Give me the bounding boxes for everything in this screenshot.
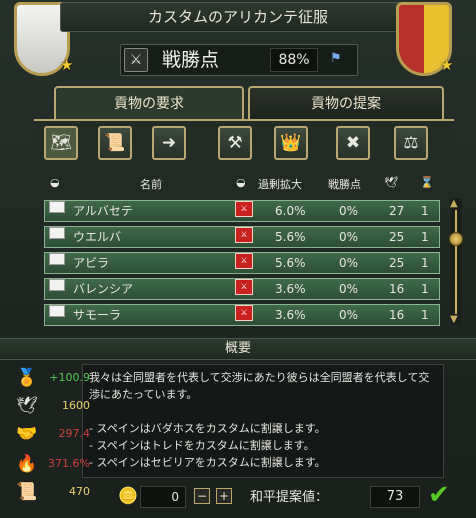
row-name: バレンシア [73, 282, 134, 296]
stat-value: 470 [69, 485, 90, 498]
send-offer-check-icon[interactable]: ✔ [428, 480, 450, 510]
scroll-up-icon[interactable]: ▲ [450, 198, 458, 209]
row-dev: 27 [389, 204, 405, 218]
column-overextension[interactable]: 過剰拡大 [258, 176, 302, 192]
trust-icon: 🤝 [16, 424, 38, 444]
document-icon [49, 227, 65, 239]
gold-coins-icon: 🪙 [118, 486, 138, 505]
row-dev: 16 [389, 308, 405, 322]
scroll-down-icon[interactable]: ▼ [450, 314, 458, 325]
stat-aggressive-expansion: 🔥 371.6% [10, 452, 90, 478]
table-row[interactable]: ウエルバ ⚔ 5.6% 0% 25 1 [44, 226, 440, 248]
province-icon: ⚔ [235, 279, 253, 295]
row-overextension: 3.6% [275, 308, 306, 322]
scroll-icon: 📜 [16, 482, 38, 502]
humiliate-icon[interactable]: ⚒ [218, 126, 252, 160]
star-icon: ★ [440, 56, 454, 74]
warscore-label: 戦勝点 [162, 49, 220, 71]
stat-value: 1600 [62, 399, 90, 412]
shield-column-icon[interactable]: ◒ [50, 176, 60, 189]
stat-peace: 🕊 1600 [10, 394, 90, 420]
peace-acceptance-label: 和平提案値： [250, 490, 329, 505]
province-icon: ⚔ [235, 201, 253, 217]
crossed-swords-icon: ⚔ [124, 48, 148, 72]
document-icon [49, 201, 65, 213]
province-icon: ⚔ [235, 305, 253, 321]
scrollbar-thumb[interactable] [449, 232, 463, 246]
stat-value: 371.6% [48, 457, 90, 470]
cancel-treaty-icon[interactable]: ✖ [336, 126, 370, 160]
row-name: サモーラ [73, 308, 122, 322]
row-dev: 25 [389, 230, 405, 244]
province-demand-icon[interactable]: 🗺 [44, 126, 78, 160]
row-warscore: 0% [339, 256, 359, 270]
transfer-icon[interactable]: ➜ [152, 126, 186, 160]
document-icon [49, 305, 65, 317]
row-dev: 25 [389, 256, 405, 270]
release-nation-icon[interactable]: 📜 [98, 126, 132, 160]
warscore-value: 88% [270, 48, 318, 72]
row-overextension: 3.6% [275, 282, 306, 296]
row-overextension: 6.0% [275, 204, 306, 218]
dove-icon: 🕊 [16, 396, 38, 416]
row-name: アビラ [73, 256, 110, 270]
decrease-gold-button[interactable]: − [194, 488, 210, 504]
stat-prestige: 🏅 +100.9 [10, 366, 90, 392]
window-title: カスタムのアリカンテ征服 [60, 2, 416, 32]
warscore-box [120, 44, 358, 76]
row-score: 1 [421, 282, 429, 296]
dove-column-icon[interactable]: 🕊 [384, 176, 398, 189]
stat-value: 297.4 [58, 427, 91, 440]
prestige-icon: 🏅 [16, 368, 38, 388]
stat-trust: 🤝 297.4 [10, 422, 90, 448]
tab-offer-tribute[interactable]: 貢物の提案 [248, 86, 444, 120]
row-score: 1 [421, 256, 429, 270]
stat-power: 📜 470 [10, 480, 90, 506]
document-icon [49, 279, 65, 291]
row-score: 1 [421, 230, 429, 244]
summary-text: 我々は全同盟者を代表して交渉にあたり彼らは全同盟者を代表して交渉にあたっています… [82, 364, 444, 478]
table-row[interactable]: アビラ ⚔ 5.6% 0% 25 1 [44, 252, 440, 274]
increase-gold-button[interactable]: + [216, 488, 232, 504]
row-score: 1 [421, 308, 429, 322]
table-row[interactable]: アルバセテ ⚔ 6.0% 0% 27 1 [44, 200, 440, 222]
gold-amount-field[interactable]: 0 [140, 486, 186, 508]
row-score: 1 [421, 204, 429, 218]
province-icon: ⚔ [235, 253, 253, 269]
row-name: アルバセテ [73, 204, 133, 218]
row-warscore: 0% [339, 204, 359, 218]
row-overextension: 5.6% [275, 230, 306, 244]
flag-icon[interactable]: ⚑ [330, 51, 342, 66]
row-warscore: 0% [339, 282, 359, 296]
score-column-icon[interactable]: ⌛ [420, 176, 434, 189]
peace-window: ★ カスタムのアリカンテ征服 ★ ⚔ 戦勝点 88% ⚑ 貢物の要求 貢物の提案… [0, 0, 476, 518]
row-warscore: 0% [339, 308, 359, 322]
row-dev: 16 [389, 282, 405, 296]
stat-value: +100.9 [49, 371, 90, 384]
aggressive-expansion-icon: 🔥 [16, 454, 38, 474]
column-name[interactable]: 名前 [140, 176, 162, 192]
row-name: ウエルバ [73, 230, 122, 244]
table-header: ◒ 名前 ◒ 過剰拡大 戦勝点 🕊 ⌛ [40, 172, 442, 194]
shield-column-icon[interactable]: ◒ [236, 176, 246, 189]
row-overextension: 5.6% [275, 256, 306, 270]
peace-acceptance-value: 73 [370, 486, 420, 508]
province-icon: ⚔ [235, 227, 253, 243]
star-icon: ★ [60, 56, 74, 74]
scrollbar-track[interactable] [455, 210, 457, 314]
tab-demand-tribute[interactable]: 貢物の要求 [54, 86, 244, 120]
column-warscore[interactable]: 戦勝点 [328, 176, 361, 192]
row-warscore: 0% [339, 230, 359, 244]
annul-treaties-icon[interactable]: ⚖ [394, 126, 428, 160]
war-reparations-icon[interactable]: 👑 [274, 126, 308, 160]
table-row[interactable]: バレンシア ⚔ 3.6% 0% 16 1 [44, 278, 440, 300]
document-icon [49, 253, 65, 265]
summary-header: 概要 [0, 338, 476, 360]
table-row[interactable]: サモーラ ⚔ 3.6% 0% 16 1 [44, 304, 440, 326]
